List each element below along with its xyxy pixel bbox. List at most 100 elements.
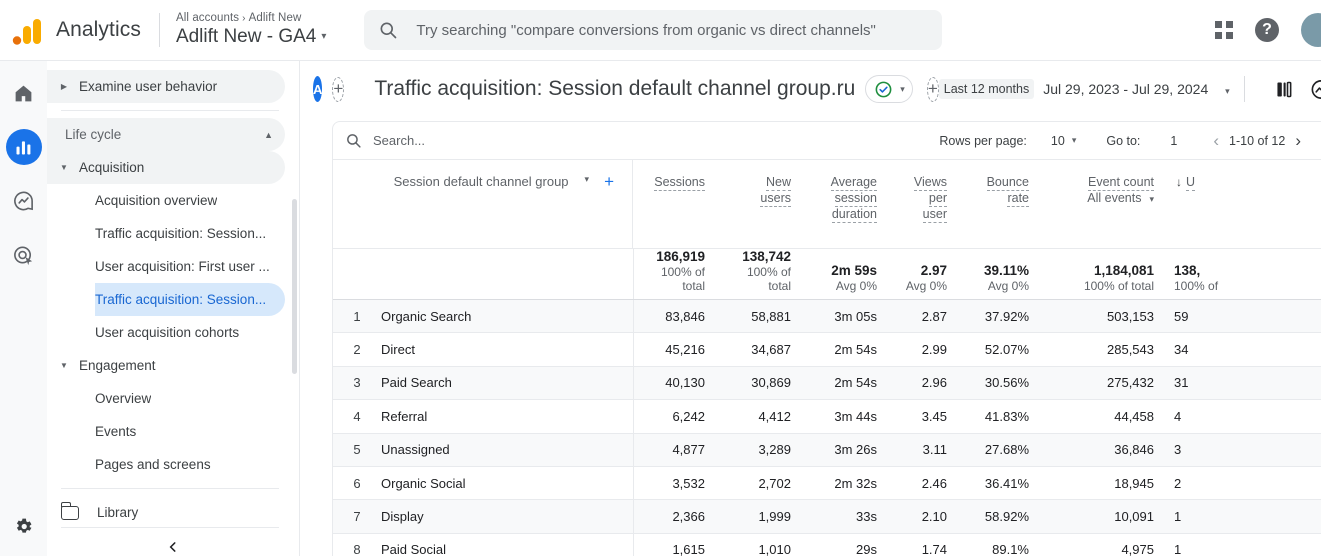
table-row[interactable]: 4 Referral 6,242 4,412 3m 44s 3.45 41.83% 44,45… <box>333 399 1321 434</box>
table-row[interactable]: 6 Organic Social 3,532 2,702 2m 32s 2.46 36.41… <box>333 466 1321 501</box>
table-cell-avg-session-duration: 33s <box>807 499 893 534</box>
column-header-event-count[interactable]: Event count All events ▾ <box>1045 160 1170 249</box>
report-status-pill[interactable]: ▾ <box>865 75 913 103</box>
table-cell-bounce-rate: 30.56% <box>963 366 1045 401</box>
row-number: 4 <box>353 408 361 424</box>
sidebar-item-examine-user-behavior[interactable]: Examine user behavior <box>47 70 285 103</box>
top-bar: Analytics All accounts › Adlift New Adlift… <box>0 0 1321 61</box>
comparison-chip-a[interactable]: A <box>313 76 323 102</box>
sidebar-item-pages-and-screens[interactable]: Pages and screens <box>95 448 285 481</box>
column-label: New <box>765 175 791 191</box>
chevron-down-icon: ▾ <box>900 83 905 94</box>
apps-grid-icon[interactable] <box>1215 21 1233 39</box>
breadcrumb-root[interactable]: All accounts <box>176 12 239 24</box>
search-input[interactable] <box>416 21 929 39</box>
sidebar-item-engagement[interactable]: Engagement <box>47 349 285 382</box>
breadcrumb-child[interactable]: Adlift New <box>249 12 302 24</box>
table-cell-cut-off: 2 <box>1170 466 1321 501</box>
row-label[interactable]: Organic Search <box>381 309 471 324</box>
row-label[interactable]: Organic Social <box>381 476 466 491</box>
sidebar-item-traffic-acquisition-selected[interactable]: Traffic acquisition: Session... <box>95 283 285 316</box>
prev-page-button[interactable]: ‹ <box>1203 132 1229 149</box>
sidebar-item-user-acquisition-cohorts[interactable]: User acquisition cohorts <box>95 316 285 349</box>
totals-value: 2.97 <box>920 263 947 278</box>
sidebar-item-user-acquisition[interactable]: User acquisition: First user ... <box>95 250 285 283</box>
rail-item-home[interactable] <box>6 75 42 111</box>
property-name-text: Adlift New - GA4 <box>175 25 317 47</box>
table-search-input[interactable] <box>373 133 603 148</box>
table-cell-dimension: 4 Referral <box>333 399 634 434</box>
property-name[interactable]: Adlift New - GA4 ▾ <box>176 26 326 48</box>
go-to-label: Go to: <box>1106 133 1141 148</box>
sidebar-item-acquisition[interactable]: Acquisition <box>47 151 285 184</box>
table-cell-bounce-rate: 36.41% <box>963 466 1045 501</box>
column-header-views-per-user[interactable]: Views per user <box>893 160 963 249</box>
add-filter-button[interactable]: + <box>926 76 939 102</box>
table-cell-avg-session-duration: 2m 54s <box>807 366 893 401</box>
row-label[interactable]: Paid Search <box>381 375 452 390</box>
sidebar-item-label: User acquisition: First user ... <box>95 259 270 274</box>
column-header-bounce-rate[interactable]: Bounce rate <box>963 160 1045 249</box>
chevron-down-icon[interactable]: ▾ <box>585 174 590 185</box>
table-row[interactable]: 1 Organic Search 83,846 58,881 3m 05s 2.87 37.… <box>333 299 1321 334</box>
totals-bounce-rate: 39.11% Avg 0% <box>963 248 1045 300</box>
column-header-sessions[interactable]: Sessions <box>633 160 721 249</box>
add-dimension-icon[interactable]: + <box>604 173 614 190</box>
account-selector[interactable]: All accounts › Adlift New Adlift New - GA4… <box>176 12 326 47</box>
totals-value: 1,184,081 <box>1093 263 1154 278</box>
table-cell-views-per-user: 2.87 <box>893 299 963 334</box>
go-to-input[interactable]: 1 <box>1170 134 1177 148</box>
row-number: 1 <box>353 308 361 324</box>
sidebar-item-label: Acquisition <box>79 160 145 175</box>
sidebar-scrollbar[interactable] <box>292 199 297 374</box>
help-icon[interactable]: ? <box>1255 18 1279 42</box>
row-label[interactable]: Paid Social <box>381 542 446 556</box>
insights-button[interactable] <box>1309 78 1321 101</box>
analytics-logo[interactable]: Analytics <box>0 13 141 47</box>
totals-truncated: 138, 100% of <box>1170 248 1321 300</box>
event-count-filter[interactable]: All events ▾ <box>1053 191 1154 205</box>
dimension-selector[interactable]: Session default channel group ▾ + <box>333 160 633 248</box>
sidebar-item-traffic-acquisition-1[interactable]: Traffic acquisition: Session... <box>95 217 285 250</box>
column-label: Views <box>913 175 947 191</box>
column-header-avg-session-duration[interactable]: Average session duration <box>807 160 893 249</box>
row-label[interactable]: Unassigned <box>381 442 450 457</box>
totals-value: 186,919 <box>656 249 705 264</box>
table-row[interactable]: 8 Paid Social 1,615 1,010 29s 1.74 89.1% 4,975 1 <box>333 533 1321 556</box>
rail-item-advertising[interactable] <box>6 237 42 273</box>
table-row[interactable]: 5 Unassigned 4,877 3,289 3m 26s 3.11 27.68% 36,… <box>333 433 1321 467</box>
table-cell-cut-off: 31 <box>1170 366 1321 401</box>
chevron-down-icon[interactable]: ▾ <box>1072 135 1077 146</box>
next-page-button[interactable]: › <box>1285 132 1311 149</box>
row-label[interactable]: Display <box>381 509 424 524</box>
rail-item-admin[interactable] <box>13 516 34 542</box>
rows-per-page-value[interactable]: 10 <box>1051 134 1065 148</box>
table-row[interactable]: 2 Direct 45,216 34,687 2m 54s 2.99 52.07% 285,5… <box>333 332 1321 367</box>
sort-descending-icon: ↓ <box>1176 175 1182 189</box>
column-header-truncated[interactable]: ↓ U <box>1170 160 1321 249</box>
avatar[interactable] <box>1301 13 1321 47</box>
global-search[interactable] <box>364 10 943 50</box>
date-range-picker[interactable]: Jul 29, 2023 - Jul 29, 2024 ▾ <box>1043 81 1229 97</box>
table-row[interactable]: 7 Display 2,366 1,999 33s 2.10 58.92% 10,091 1 <box>333 499 1321 534</box>
header-right-divider <box>1243 76 1245 102</box>
rail-item-reports[interactable] <box>5 129 42 165</box>
table-row[interactable]: 3 Paid Search 40,130 30,869 2m 54s 2.96 30.56%… <box>333 366 1321 401</box>
sidebar-item-events[interactable]: Events <box>95 415 285 448</box>
column-header-new-users[interactable]: New users <box>721 160 807 249</box>
sidebar-item-overview[interactable]: Overview <box>95 382 285 415</box>
row-label[interactable]: Direct <box>381 342 415 357</box>
analytics-bars-icon <box>12 19 41 45</box>
sidebar-item-acquisition-overview[interactable]: Acquisition overview <box>95 184 285 217</box>
sidebar-group-life-cycle[interactable]: Life cycle ▲ <box>47 118 285 151</box>
sidebar-collapse-button[interactable] <box>47 540 299 554</box>
rail-item-explore[interactable] <box>6 183 42 219</box>
add-comparison-button[interactable]: + <box>332 76 345 102</box>
sidebar-item-library[interactable]: Library <box>47 496 299 529</box>
row-label[interactable]: Referral <box>381 409 427 424</box>
advertising-target-icon <box>14 246 33 265</box>
table-cell-sessions: 45,216 <box>633 332 721 367</box>
compare-button[interactable] <box>1273 79 1295 100</box>
table-search[interactable] <box>345 132 603 149</box>
sidebar-nav: Examine user behavior Life cycle ▲ Acqui… <box>47 61 300 556</box>
